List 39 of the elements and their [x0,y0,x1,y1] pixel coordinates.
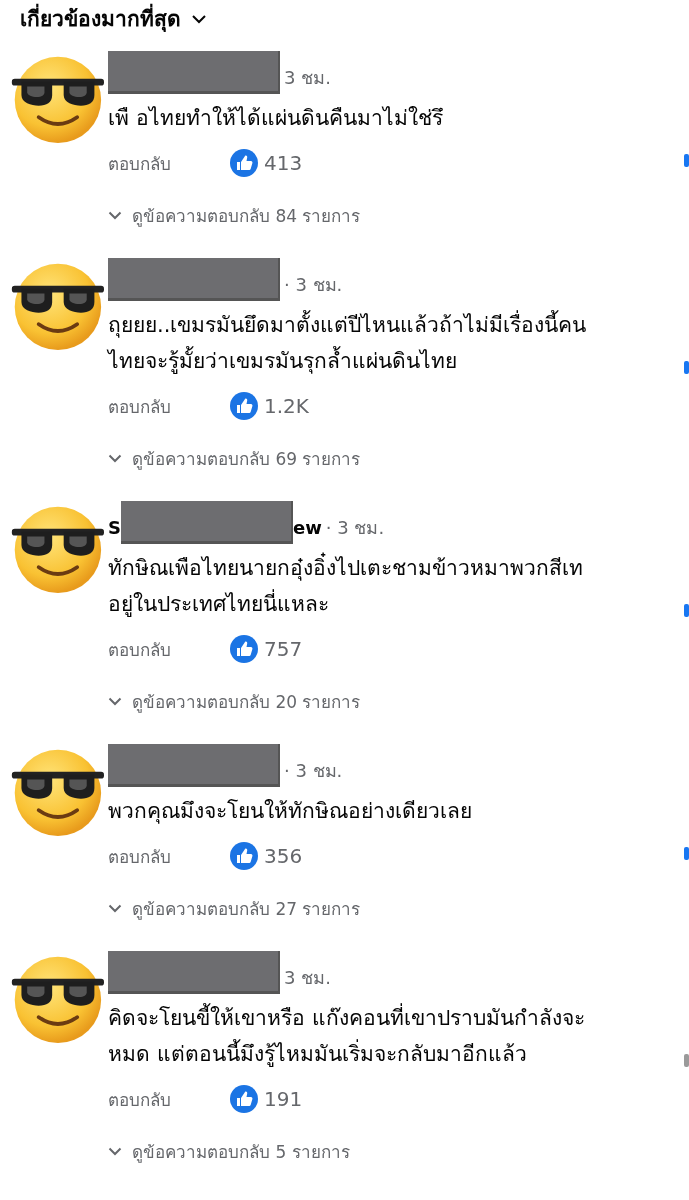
view-replies-link[interactable]: ดูข้อความตอบกลับ 20 รายการ [108,688,361,715]
like-icon [230,1085,258,1113]
author-name[interactable]: S [108,516,121,538]
author-name[interactable]: ew [292,516,322,538]
reply-link[interactable]: ตอบกลับ [108,1085,230,1113]
chevron-down-icon [108,904,122,913]
like-icon [230,149,258,177]
chevron-down-icon [108,1147,122,1156]
comment-time: 3 ชม. [284,965,331,990]
reply-link[interactable]: ตอบกลับ [108,149,230,177]
like-icon [230,392,258,420]
comment-text: พวกคุณมึงจะโยนให้ทักษิณอย่างเดียวเลย [108,798,473,826]
chevron-down-icon [108,454,122,463]
view-replies-link[interactable]: ดูข้อความตอบกลับ 5 รายการ [108,1138,350,1165]
comment-time: · 3 ชม. [284,272,343,297]
chevron-down-icon [191,13,207,24]
comment-time: 3 ชม. [284,65,331,90]
view-replies-link[interactable]: ดูข้อความตอบกลับ 84 รายการ [108,202,361,229]
like-icon [230,635,258,663]
comment-text: ทักษิณเพือไทยนายกอุ๋งอิ๋งไปเตะชามข้าวหมาพวกสีเท อยู่ในประเทศไทยนี่แหละ [108,550,689,622]
like-count: 757 [264,637,303,661]
comment-time: · 3 ชม. [325,515,385,540]
sort-dropdown[interactable]: เกี่ยวข้องมากที่สุด [20,2,207,35]
chevron-down-icon [108,211,122,220]
like-icon [230,842,258,870]
like-count: 413 [264,151,303,175]
comment-text: คิดจะโยนขี้ให้เขาหรือ แก๊งคอนที่เขาปราบมันกำลังจะ หมด แต่ตอนนี้มึงรู้ไหมมันเริ่มจะกลับมาอีกแล้ว [108,1000,689,1072]
reply-link[interactable]: ตอบกลับ [108,392,230,420]
view-replies-link[interactable]: ดูข้อความตอบกลับ 27 รายการ [108,895,361,922]
comment-time: · 3 ชม. [284,758,343,783]
comment-text: เพื อไทยทำให้ได้แผ่นดินคืนมาไม่ใช่รึ [108,105,444,132]
reply-link[interactable]: ตอบกลับ [108,635,230,663]
like-count: 1.2K [264,394,309,418]
comment-text: ถุยยย..เขมรมันยึดมาตั้งแต่ปีไหนแล้วถ้าไม่มีเรื่องนี้คน ไทยจะรู้มั้ยว่าเขมรมันรุกล้ำแผ่นดินไทย [108,307,689,379]
chevron-down-icon [108,697,122,706]
view-replies-link[interactable]: ดูข้อความตอบกลับ 69 รายการ [108,445,361,472]
reply-link[interactable]: ตอบกลับ [108,842,230,870]
like-count: 356 [264,844,303,868]
like-count: 191 [264,1087,303,1111]
